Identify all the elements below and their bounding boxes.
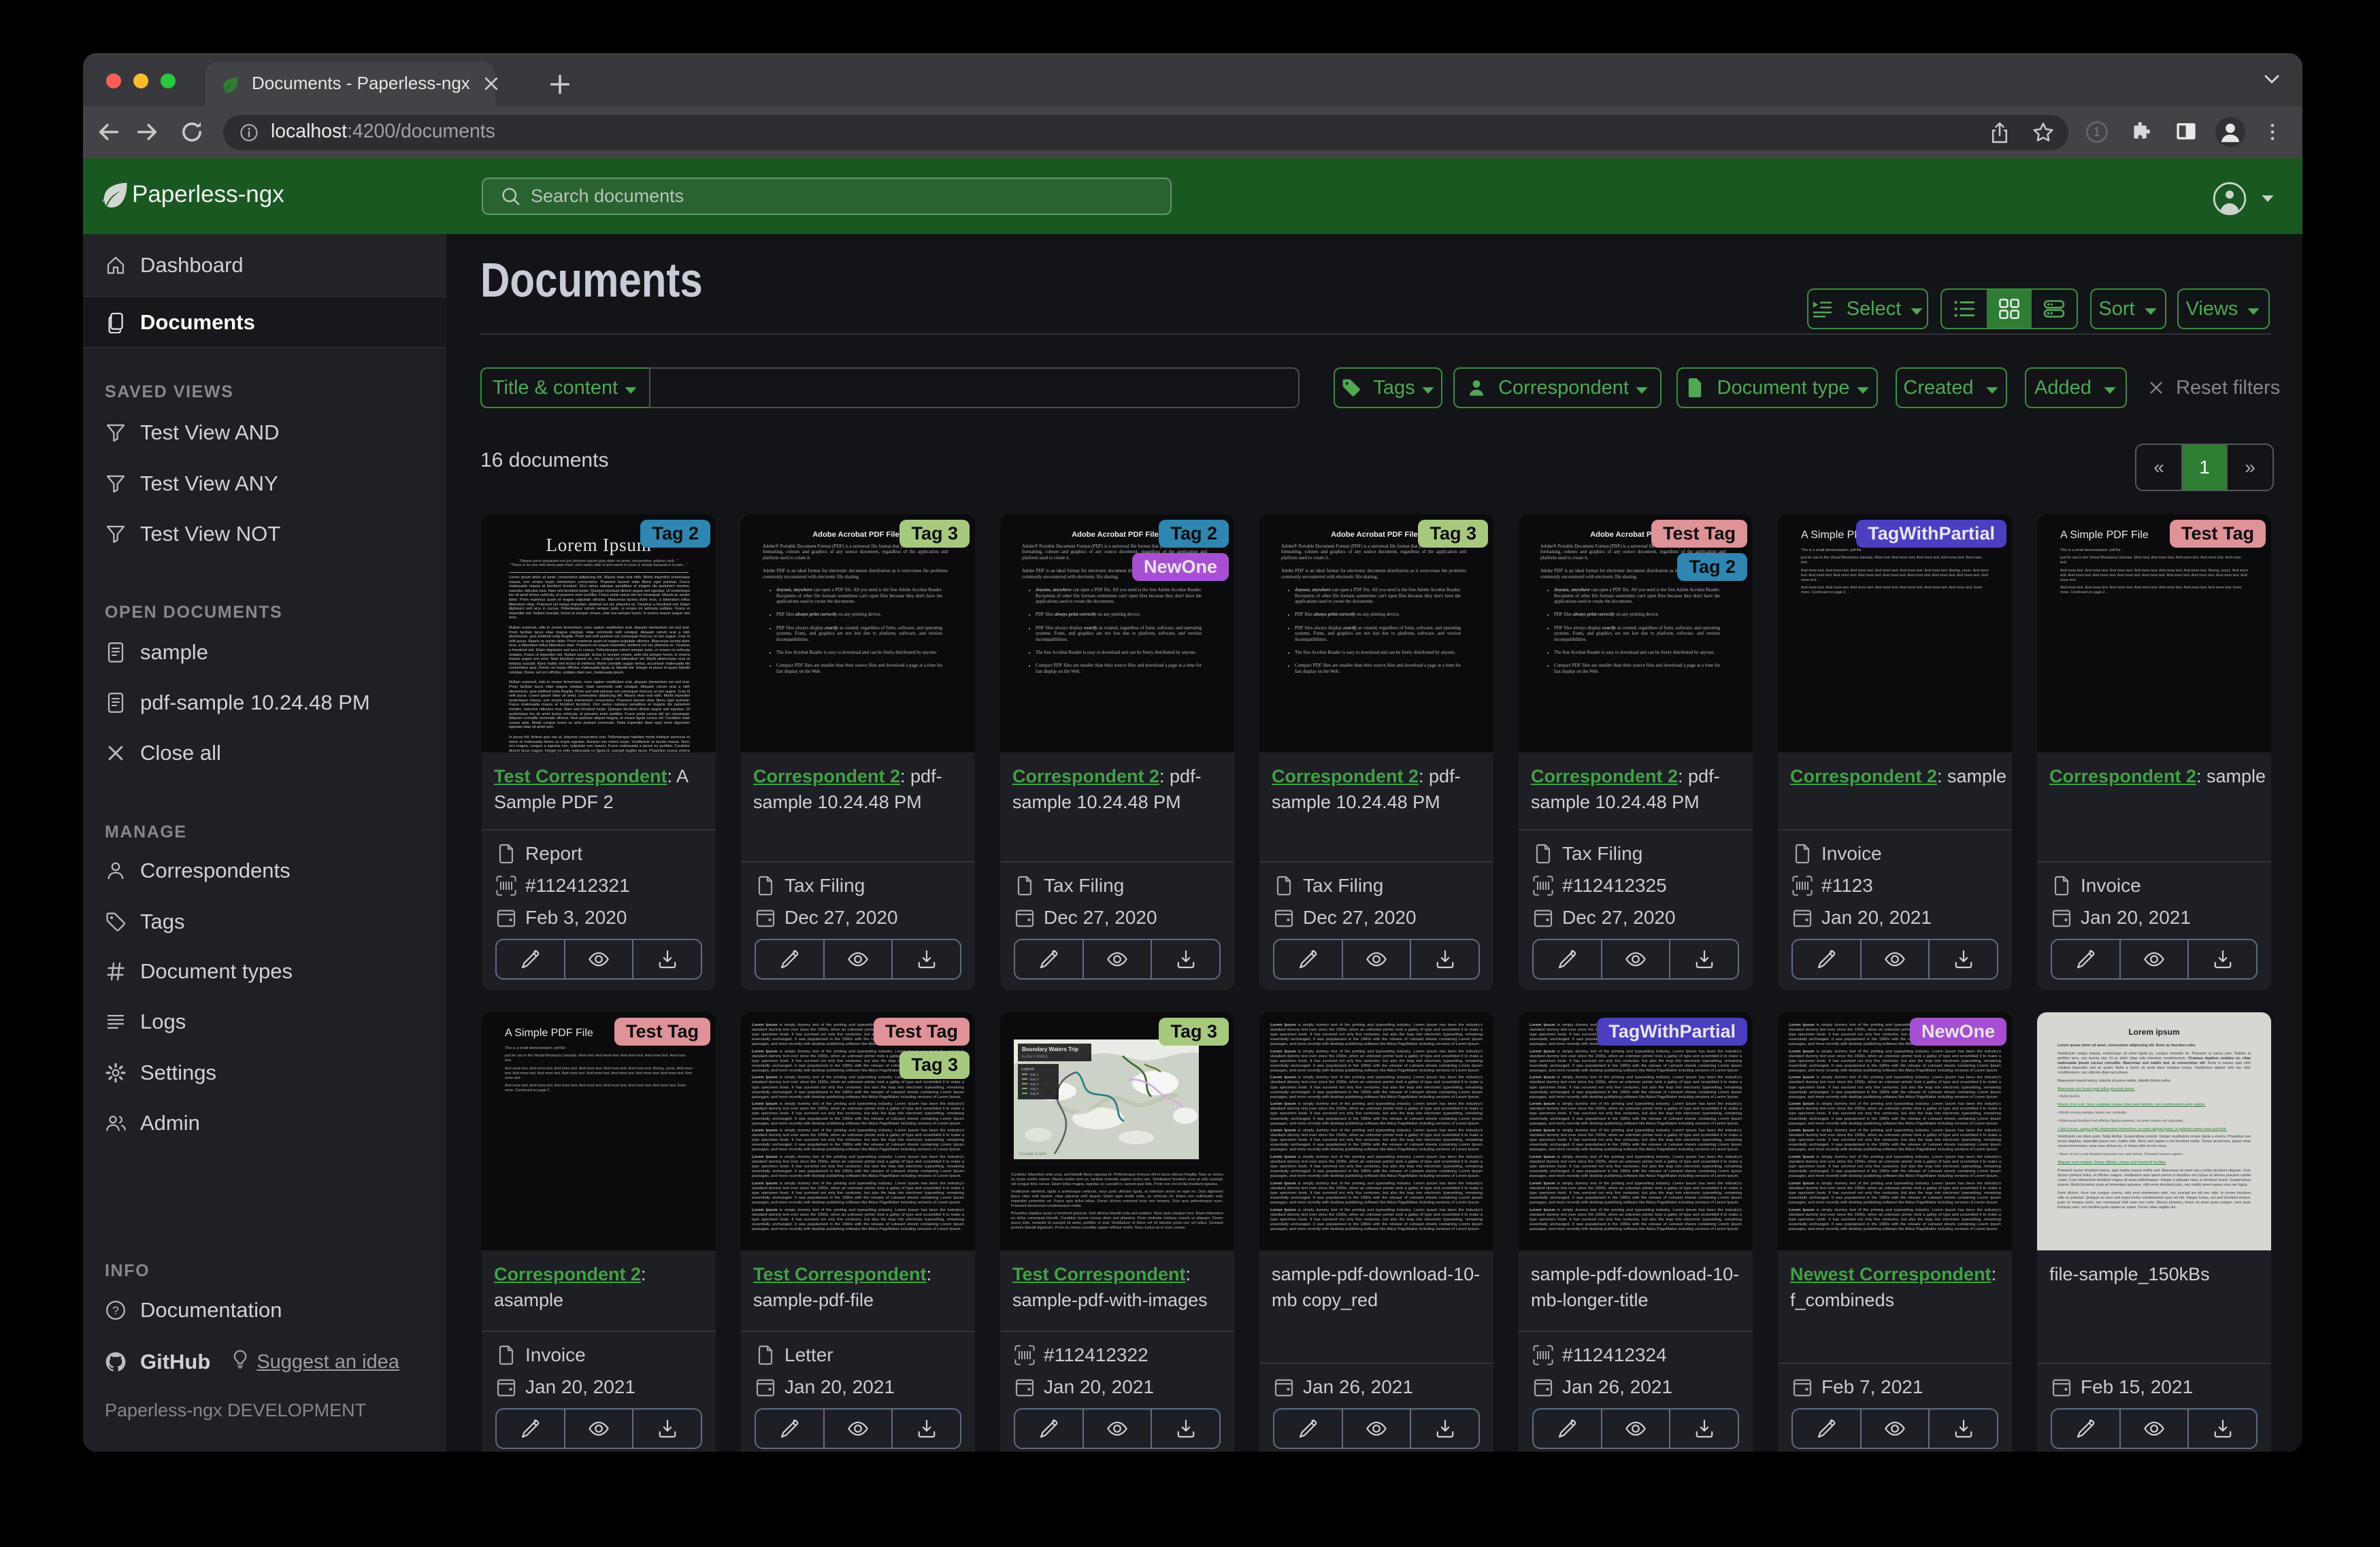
svg-text:Day 3: Day 3 [1030, 1082, 1039, 1086]
svg-text:by day in BWCA: by day in BWCA [1022, 1054, 1048, 1059]
svg-text:?: ? [112, 1304, 118, 1317]
svg-text:Google Earth: Google Earth [1019, 1152, 1046, 1157]
svg-text:Boundary Waters Trip: Boundary Waters Trip [1022, 1046, 1078, 1052]
svg-text:Day 4: Day 4 [1030, 1087, 1039, 1091]
svg-text:Day 1: Day 1 [1030, 1073, 1039, 1077]
svg-text:Legend: Legend [1021, 1067, 1034, 1071]
svg-text:Day 2: Day 2 [1030, 1078, 1039, 1082]
svg-text:Day 5: Day 5 [1030, 1092, 1039, 1096]
